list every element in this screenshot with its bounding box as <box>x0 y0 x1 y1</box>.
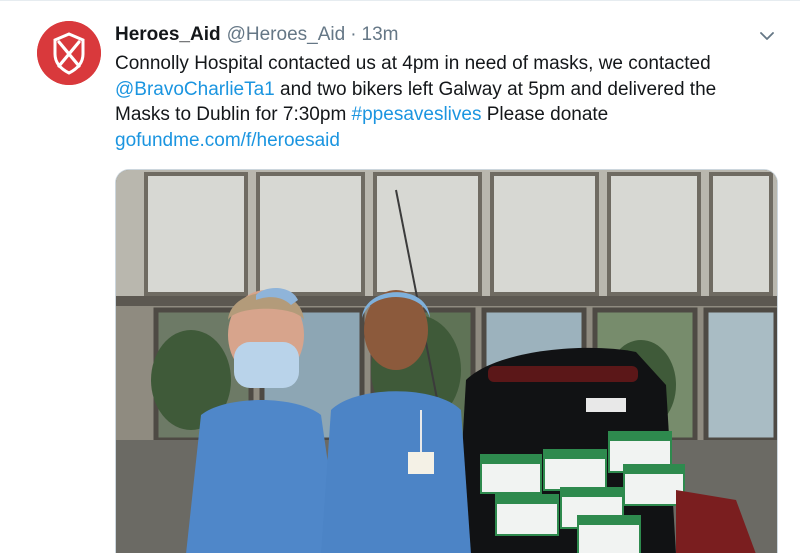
tweet-text-part3: Please donate <box>481 104 609 125</box>
hashtag-link[interactable]: #ppesaveslives <box>352 104 482 125</box>
avatar[interactable] <box>37 21 101 85</box>
tweet-text: Connolly Hospital contacted us at 4pm in… <box>115 51 775 153</box>
chevron-down-icon[interactable] <box>758 27 776 45</box>
timestamp[interactable]: 13m <box>362 23 399 47</box>
user-handle[interactable]: @Heroes_Aid <box>227 23 346 47</box>
mention-link[interactable]: @BravoCharlieTa1 <box>115 79 275 100</box>
tweet-header: Heroes_Aid @Heroes_Aid · 13m <box>115 23 784 47</box>
tweet[interactable]: Heroes_Aid @Heroes_Aid · 13m Connolly Ho… <box>0 0 800 553</box>
tweet-text-part1: Connolly Hospital contacted us at 4pm in… <box>115 53 711 74</box>
photo-illustration <box>116 170 777 553</box>
display-name[interactable]: Heroes_Aid <box>115 23 221 47</box>
tweet-photo[interactable] <box>115 169 778 553</box>
shield-logo-icon <box>37 21 101 85</box>
url-link[interactable]: gofundme.com/f/heroesaid <box>115 130 340 151</box>
tweet-content: Heroes_Aid @Heroes_Aid · 13m Connolly Ho… <box>115 23 784 153</box>
separator-dot: · <box>350 24 357 45</box>
